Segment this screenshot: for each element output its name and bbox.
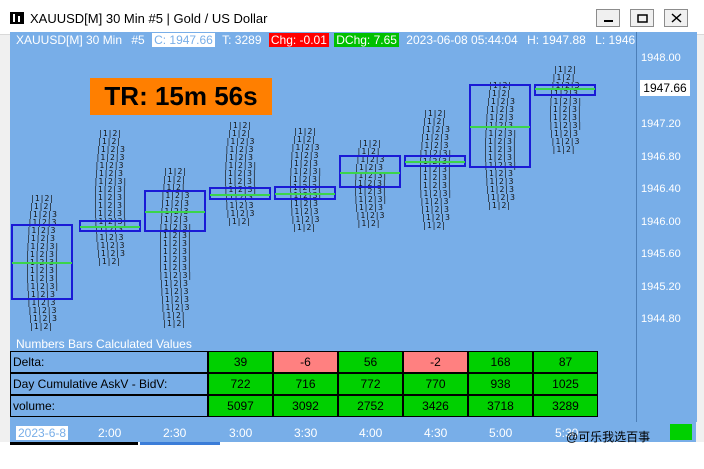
footprint-cell: |1|2| (292, 223, 317, 232)
price-tick: 1945.60 (641, 248, 681, 260)
price-tick: 1946.00 (641, 216, 681, 228)
current-price-tag: 1947.66 (640, 80, 690, 96)
grid-row-cumulative: Day Cumulative AskV - BidV: 722 716 772 … (10, 373, 636, 395)
time-label: 3:30 (294, 426, 318, 440)
footprint-cell: |1|2| (162, 319, 187, 328)
footprint-cell: |1|2| (487, 201, 512, 210)
price-tick: 1946.40 (641, 183, 681, 195)
price-tick: 1947.20 (641, 118, 681, 130)
footprint-cell: |1|2| (551, 145, 576, 154)
time-label: 4:00 (359, 426, 383, 440)
time-label: 3:00 (229, 426, 253, 440)
info-high: H: 1947.88 (527, 33, 586, 47)
restore-icon (637, 14, 648, 23)
grid-cell: 770 (403, 373, 468, 395)
poc-line (470, 126, 530, 128)
poc-line (210, 193, 270, 196)
time-label: 4:30 (424, 426, 448, 440)
grid-cell: 56 (338, 351, 403, 373)
grid-row-delta: Delta: 39 -6 56 -2 168 87 (10, 351, 636, 373)
time-label: 2023-6-8 (16, 426, 69, 440)
time-label: 2:00 (98, 426, 122, 440)
info-change: Chg: -0.01 (268, 33, 329, 47)
window-titlebar: XAUUSD[M] 30 Min #5 | Gold / US Dollar (0, 0, 704, 35)
window-title: XAUUSD[M] 30 Min #5 | Gold / US Dollar (30, 11, 268, 26)
close-button[interactable] (664, 9, 688, 27)
poc-line (405, 161, 465, 163)
value-area-box (534, 84, 596, 96)
status-indicator (670, 424, 692, 440)
footprint-cell: |1|2| (97, 257, 122, 266)
restore-button[interactable] (630, 9, 654, 27)
grid-cell: 3289 (533, 395, 598, 417)
watermark: @可乐我选百事 (566, 430, 651, 444)
info-symbol: XAUUSD[M] 30 Min (16, 33, 123, 47)
poc-line (145, 211, 205, 213)
info-low: L: 1946. (595, 33, 639, 47)
footprint-cell: |1|2| (227, 217, 252, 226)
time-remaining-label: TR: 15m 56s (90, 78, 272, 115)
poc-line (275, 193, 335, 195)
grid-cell: 168 (468, 351, 533, 373)
grid-row-volume: volume: 5097 3092 2752 3426 3718 3289 (10, 395, 636, 417)
grid-cell: 3718 (468, 395, 533, 417)
scroll-thumb[interactable] (140, 442, 220, 445)
grid-row-label: volume: (10, 395, 208, 417)
poc-line (80, 226, 140, 228)
grid-cell: -6 (273, 351, 338, 373)
grid-cell: 2752 (338, 395, 403, 417)
grid-cell: 772 (338, 373, 403, 395)
price-tick: 1944.80 (641, 313, 681, 325)
app-window: XAUUSD[M] 30 Min #5 | Gold / US Dollar X… (0, 0, 704, 469)
price-tick: 1945.20 (641, 281, 681, 293)
footprint-cell: |1|2| (29, 322, 54, 331)
scroll-track[interactable] (10, 442, 138, 445)
grid-cell: 716 (273, 373, 338, 395)
footprint-cell: |1|2| (356, 219, 381, 228)
values-grid: Delta: 39 -6 56 -2 168 87 Day Cumulative… (10, 351, 636, 419)
footprint-cell: |1|2| (422, 221, 447, 230)
info-time: T: 3289 (222, 33, 262, 47)
grid-cell: -2 (403, 351, 468, 373)
poc-line (535, 88, 595, 90)
info-daily-change: DChg: 7.65 (334, 33, 399, 47)
grid-cell: 39 (208, 351, 273, 373)
grid-cell: 722 (208, 373, 273, 395)
info-datetime: 2023-06-08 05:44:04 (406, 33, 518, 47)
grid-row-label: Delta: (10, 351, 208, 373)
time-label: 5:00 (489, 426, 513, 440)
price-tick: 1948.00 (641, 52, 681, 64)
grid-cell: 1025 (533, 373, 598, 395)
minimize-button[interactable] (596, 9, 620, 27)
bottom-strip (0, 442, 704, 469)
price-tick: 1946.80 (641, 151, 681, 163)
info-bar-number: #5 (131, 33, 145, 47)
minimize-icon (604, 20, 613, 22)
chart-info-line: XAUUSD[M] 30 Min #5 C: 1947.66 T: 3289 C… (14, 33, 643, 49)
info-close: C: 1947.66 (152, 33, 215, 47)
poc-line (340, 171, 400, 174)
close-icon (671, 13, 682, 23)
grid-row-label: Day Cumulative AskV - BidV: (10, 373, 208, 395)
grid-cell: 3426 (403, 395, 468, 417)
grid-cell: 5097 (208, 395, 273, 417)
poc-line (12, 262, 72, 264)
grid-cell: 938 (468, 373, 533, 395)
time-label: 2:30 (163, 426, 187, 440)
grid-cell: 87 (533, 351, 598, 373)
indicator-title: Numbers Bars Calculated Values (16, 337, 192, 351)
chart-app-icon (10, 12, 24, 24)
grid-cell: 3092 (273, 395, 338, 417)
